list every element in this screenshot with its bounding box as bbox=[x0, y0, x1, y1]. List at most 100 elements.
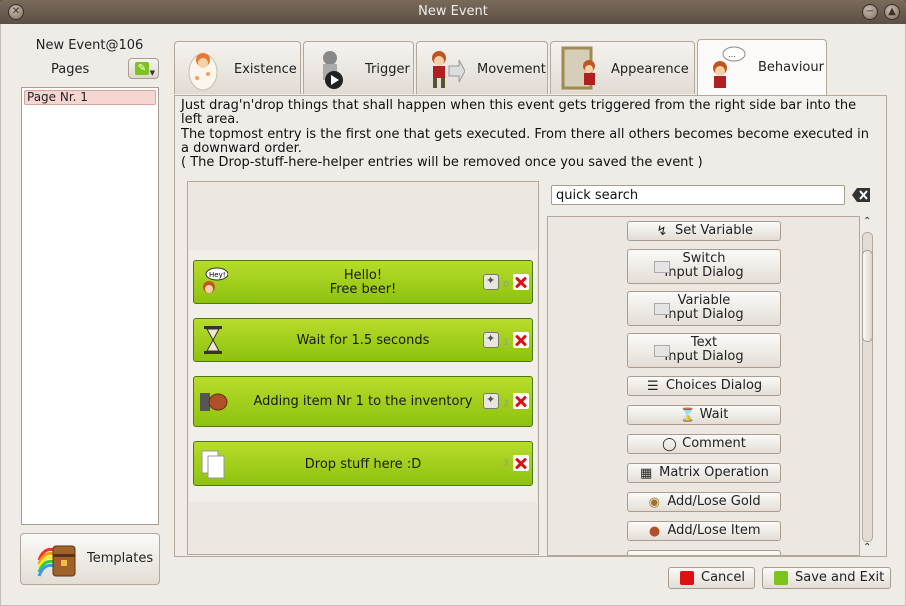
cancel-label: Cancel bbox=[701, 570, 746, 585]
templates-button[interactable]: Templates bbox=[20, 533, 160, 585]
play-character-icon bbox=[323, 51, 343, 89]
action-index: 3 bbox=[503, 459, 509, 469]
palette-switch-input-button[interactable]: Switch Input Dialog bbox=[627, 249, 781, 284]
action-drop-area[interactable] bbox=[187, 181, 539, 555]
palette-label: Set Variable bbox=[674, 223, 754, 238]
save-label: Save and Exit bbox=[795, 570, 885, 585]
palette-next-button[interactable] bbox=[627, 550, 781, 555]
event-name: New Event@106 bbox=[35, 38, 144, 53]
palette-wait-button[interactable]: ⌛ Wait bbox=[627, 405, 781, 425]
description-line: ( The Drop-stuff-here-helper entries wil… bbox=[181, 155, 703, 171]
svg-text:…: … bbox=[728, 50, 736, 59]
hourglass-icon: ⌛ bbox=[679, 408, 696, 423]
pages-menu-button[interactable]: ✎ ▼ bbox=[128, 58, 159, 79]
variable-icon: ↯ bbox=[656, 224, 668, 239]
action-item[interactable]: Hey! Hello! Free beer! 0 bbox=[193, 260, 533, 304]
action-index: 0 bbox=[503, 280, 509, 290]
delete-icon[interactable] bbox=[513, 455, 529, 471]
quick-search-input[interactable] bbox=[551, 185, 845, 205]
close-icon[interactable]: ✕ bbox=[8, 4, 24, 20]
dialog-icon bbox=[654, 345, 670, 357]
palette-set-variable-button[interactable]: ↯ Set Variable bbox=[627, 221, 781, 241]
pages-icon bbox=[201, 450, 225, 479]
palette-comment-button[interactable]: ◯ Comment bbox=[627, 434, 781, 454]
palette-add-lose-item-button[interactable]: ● Add/Lose Item bbox=[627, 521, 781, 541]
palette-label: Choices Dialog bbox=[665, 378, 763, 393]
palette-label: Comment bbox=[682, 436, 746, 451]
delete-icon[interactable] bbox=[513, 393, 529, 409]
hourglass-icon bbox=[204, 326, 222, 354]
action-text: Adding item Nr 1 to the inventory bbox=[253, 394, 473, 409]
scroll-thumb[interactable] bbox=[862, 250, 873, 342]
palette-matrix-operation-button[interactable]: ▦ Matrix Operation bbox=[627, 463, 781, 483]
tab-existence-label: Existence bbox=[234, 62, 297, 77]
dialog-icon bbox=[654, 261, 670, 273]
tab-behaviour-label: Behaviour bbox=[758, 60, 824, 75]
list-icon: ☰ bbox=[647, 379, 659, 394]
tab-appearence-label: Appearence bbox=[611, 62, 689, 77]
title-bar[interactable]: New Event ✕ − ▲ bbox=[0, 0, 906, 24]
action-index: 2 bbox=[503, 399, 509, 409]
scroll-down-icon[interactable]: ⌃ bbox=[863, 542, 871, 553]
action-text: Wait for 1.5 seconds bbox=[296, 333, 430, 348]
palette-label: Matrix Operation bbox=[659, 465, 769, 480]
clear-search-icon[interactable] bbox=[851, 187, 871, 203]
action-item[interactable]: Wait for 1.5 seconds 1 bbox=[193, 318, 533, 362]
action-text: Drop stuff here :D bbox=[304, 457, 422, 472]
scroll-up-icon[interactable]: ⌃ bbox=[863, 216, 871, 227]
dialog-icon bbox=[654, 303, 670, 315]
palette-scrollbar[interactable]: ⌃ ⌃ bbox=[860, 216, 876, 556]
tab-trigger[interactable]: Trigger bbox=[303, 41, 414, 94]
tab-existence[interactable]: Existence bbox=[174, 41, 301, 94]
cancel-icon bbox=[680, 571, 694, 585]
tab-movement[interactable]: Movement bbox=[416, 41, 548, 94]
mirror-character-icon bbox=[561, 46, 595, 90]
tab-trigger-label: Trigger bbox=[365, 62, 410, 77]
chevron-down-icon: ▼ bbox=[149, 69, 155, 77]
egg-character-icon bbox=[188, 53, 218, 91]
cancel-button[interactable]: Cancel bbox=[668, 567, 755, 589]
palette-label: Input Dialog bbox=[664, 265, 744, 280]
page-item[interactable]: Page Nr. 1 bbox=[24, 90, 156, 105]
action-item[interactable]: Adding item Nr 1 to the inventory 2 bbox=[193, 376, 533, 427]
move-handle-icon[interactable] bbox=[483, 332, 499, 348]
save-and-exit-button[interactable]: Save and Exit bbox=[762, 567, 891, 589]
delete-icon[interactable] bbox=[513, 332, 529, 348]
tab-behaviour[interactable]: … Behaviour bbox=[697, 39, 827, 96]
action-text: Hello! Free beer! bbox=[234, 269, 492, 297]
speech-character-icon: Hey! bbox=[203, 267, 228, 293]
meat-item-icon bbox=[200, 393, 228, 411]
maximize-icon[interactable]: ▲ bbox=[884, 4, 900, 20]
description-line: The topmost entry is the first one that … bbox=[181, 126, 869, 156]
move-handle-icon[interactable] bbox=[483, 274, 499, 290]
minimize-icon[interactable]: − bbox=[862, 4, 878, 20]
action-item[interactable]: Drop stuff here :D 3 bbox=[193, 441, 533, 486]
action-palette[interactable]: ↯ Set Variable Switch Input Dialog Variab… bbox=[547, 216, 860, 556]
palette-label: Variable bbox=[677, 293, 731, 308]
gold-bag-icon: ◉ bbox=[648, 495, 661, 510]
palette-choices-dialog-button[interactable]: ☰ Choices Dialog bbox=[627, 376, 781, 396]
chest-icon bbox=[37, 545, 76, 577]
palette-label: Add/Lose Gold bbox=[667, 494, 761, 509]
palette-label: Add/Lose Item bbox=[667, 523, 761, 538]
matrix-icon: ▦ bbox=[639, 466, 653, 481]
thinking-character-icon: … bbox=[713, 46, 746, 88]
templates-label: Templates bbox=[87, 551, 154, 566]
action-text-line: Free beer! bbox=[329, 282, 397, 297]
description-line: Just drag'n'drop things that shall happe… bbox=[181, 98, 857, 128]
window-content: New Event@106 Pages ✎ ▼ Page Nr. 1 Templ… bbox=[0, 24, 906, 606]
event-window: New Event ✕ − ▲ New Event@106 Pages ✎ ▼ … bbox=[0, 0, 906, 606]
move-handle-icon[interactable] bbox=[483, 393, 499, 409]
palette-text-input-button[interactable]: Text Input Dialog bbox=[627, 333, 781, 368]
palette-label: Wait bbox=[699, 407, 729, 422]
tab-movement-label: Movement bbox=[477, 62, 546, 77]
delete-icon[interactable] bbox=[513, 274, 529, 290]
tag-icon: ◯ bbox=[662, 437, 677, 452]
walking-character-icon bbox=[432, 51, 465, 88]
action-index: 1 bbox=[503, 338, 509, 348]
tab-appearence[interactable]: Appearence bbox=[550, 41, 695, 94]
palette-variable-input-button[interactable]: Variable Input Dialog bbox=[627, 291, 781, 326]
palette-add-lose-gold-button[interactable]: ◉ Add/Lose Gold bbox=[627, 492, 781, 512]
item-icon: ● bbox=[648, 524, 661, 539]
pages-list[interactable]: Page Nr. 1 bbox=[21, 87, 159, 525]
